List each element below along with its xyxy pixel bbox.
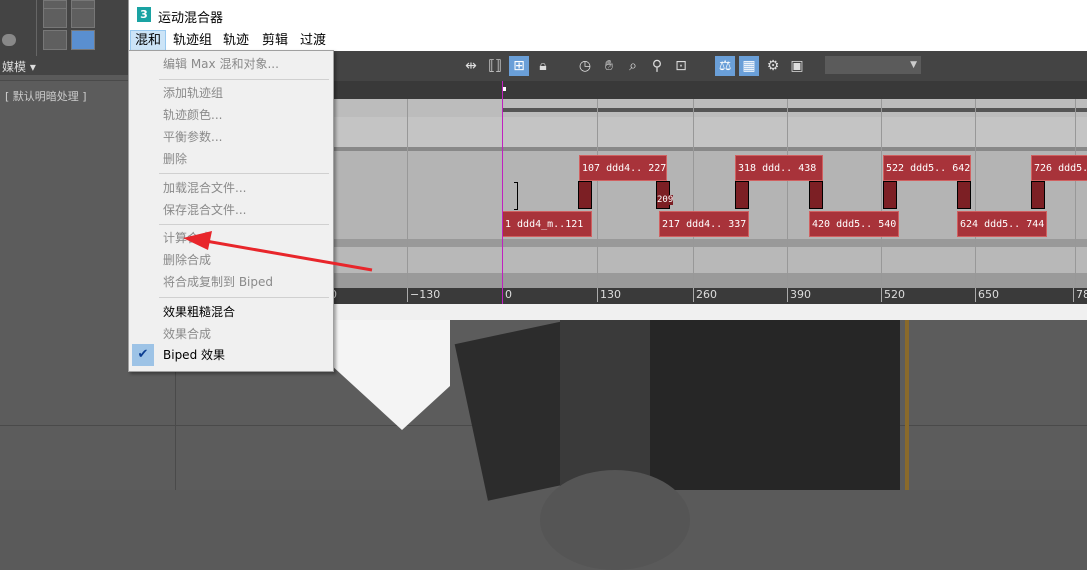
panel-button[interactable]: [71, 8, 95, 28]
panel-button[interactable]: [71, 30, 95, 50]
transition-block[interactable]: [578, 181, 592, 209]
window-title: 运动混合器: [158, 11, 224, 26]
clip-bottom-3[interactable]: 420 ddd5.. 540: [809, 211, 899, 237]
menu-item-edit-max-blend[interactable]: 编辑 Max 混和对象...: [163, 53, 279, 75]
menu-item-save-mix[interactable]: 保存混合文件...: [163, 199, 246, 221]
zoom-icon[interactable]: ⚲: [647, 56, 667, 76]
menu-item-load-mix[interactable]: 加载混合文件...: [163, 177, 246, 199]
panel-button[interactable]: [43, 8, 67, 28]
ruler-tick: 130: [597, 288, 621, 302]
title-bar[interactable]: 3 运动混合器: [129, 0, 1087, 30]
chevron-down-icon: ▾: [29, 60, 36, 74]
grid-line: [597, 99, 598, 289]
viewport-shape: [540, 470, 690, 570]
balance-icon[interactable]: ⚖︎: [715, 56, 735, 76]
track-bar: [502, 108, 1087, 112]
fit-icon[interactable]: ⟦⟧: [485, 56, 505, 76]
chevron-down-icon: ▼: [910, 60, 917, 70]
menu-transition[interactable]: 过渡: [296, 31, 330, 50]
hand-icon[interactable]: ✋︎: [599, 56, 619, 76]
preview-icon[interactable]: ▦: [739, 56, 759, 76]
menu-trackgroup[interactable]: 轨迹组: [169, 31, 216, 50]
mode-dropdown[interactable]: 媒模 ▾: [2, 58, 36, 75]
ruler-tick: 0: [502, 288, 512, 302]
divider: [36, 0, 37, 56]
view-combo[interactable]: ▼: [825, 56, 921, 74]
menu-item-biped-effect[interactable]: Biped 效果: [163, 344, 225, 366]
clip-bottom-1[interactable]: 1 ddd4_m..121: [502, 211, 592, 237]
menu-item-add-trackgroup[interactable]: 添加轨迹组: [163, 82, 223, 104]
transition-block[interactable]: [957, 181, 971, 209]
menu-item-copy-mixdown-to-biped[interactable]: 将合成复制到 Biped: [163, 271, 273, 293]
record-icon[interactable]: [2, 34, 16, 46]
viewport-shape: [330, 320, 450, 430]
transition-block[interactable]: [883, 181, 897, 209]
menu-item-effect-rough-mix[interactable]: 效果粗糙混合: [163, 301, 235, 323]
menu-blend[interactable]: 混和: [130, 30, 167, 51]
viewport-label[interactable]: [ 默认明暗处理 ]: [5, 88, 87, 104]
playhead[interactable]: [502, 81, 503, 304]
zoom-extents-icon[interactable]: ⊡: [671, 56, 691, 76]
menu-separator: [159, 297, 329, 298]
menu-item-balance-params[interactable]: 平衡参数...: [163, 126, 222, 148]
clip-bottom-4[interactable]: 624 ddd5.. 744: [957, 211, 1047, 237]
grid-line: [975, 99, 976, 289]
clock-icon[interactable]: ◷: [575, 56, 595, 76]
transition-marker[interactable]: [514, 182, 518, 210]
menu-track[interactable]: 轨迹: [219, 31, 253, 50]
menu-separator: [159, 79, 329, 80]
menu-separator: [159, 224, 329, 225]
panel-button[interactable]: [43, 30, 67, 50]
zoom-region-icon[interactable]: ⌕: [623, 56, 643, 76]
settings-icon[interactable]: ⚙: [763, 56, 783, 76]
transition-label: 209: [657, 195, 674, 205]
transition-block[interactable]: [809, 181, 823, 209]
mode-dropdown-label: 媒模: [2, 60, 27, 74]
clip-top-3[interactable]: 522 ddd5.. 642: [883, 155, 971, 181]
ruler-tick: 650: [975, 288, 999, 302]
check-icon: ✔: [132, 344, 154, 366]
menu-item-compute-mixdown[interactable]: 计算合成: [163, 227, 211, 249]
viewport-edge: [905, 320, 909, 490]
ruler-tick: 260: [693, 288, 717, 302]
viewport-shape: [650, 320, 900, 490]
move-keys-icon[interactable]: ⇹: [461, 56, 481, 76]
transition-block[interactable]: [1031, 181, 1045, 209]
lock-icon[interactable]: 🔒︎: [533, 56, 553, 76]
clip-top-2[interactable]: 318 ddd.. 438: [735, 155, 823, 181]
menu-item-delete-mixdown[interactable]: 删除合成: [163, 249, 211, 271]
menu-clip[interactable]: 剪辑: [258, 31, 292, 50]
grid-line: [787, 99, 788, 289]
transition-block[interactable]: [735, 181, 749, 209]
add-clip-icon[interactable]: ⊞: [509, 56, 529, 76]
ruler-tick: 390: [787, 288, 811, 302]
grid-line: [1075, 99, 1076, 289]
menu-separator: [159, 173, 329, 174]
transition-block-209[interactable]: 209: [656, 181, 674, 209]
clip-bottom-2[interactable]: 217 ddd4.. 337: [659, 211, 749, 237]
layout-icon[interactable]: ▣: [787, 56, 807, 76]
grid-line: [407, 99, 408, 289]
grid-line: [693, 99, 694, 289]
command-panel: 媒模 ▾: [0, 0, 128, 75]
ruler-tick: 520: [881, 288, 905, 302]
clip-top-1[interactable]: 107 ddd4.. 227: [579, 155, 667, 181]
clip-top-4[interactable]: 726 ddd5.: [1031, 155, 1087, 181]
viewport-shape: [560, 320, 660, 490]
ruler-tick: 78: [1073, 288, 1087, 302]
app-icon: 3: [137, 7, 151, 22]
menu-item-effect-mixdown[interactable]: 效果合成: [163, 323, 211, 345]
grid-line: [881, 99, 882, 289]
menu-item-track-color[interactable]: 轨迹颜色...: [163, 104, 222, 126]
ruler-tick: −130: [407, 288, 440, 302]
blend-menu-dropdown: 编辑 Max 混和对象... 添加轨迹组 轨迹颜色... 平衡参数... 删除 …: [128, 50, 334, 372]
menu-item-delete[interactable]: 删除: [163, 148, 187, 170]
